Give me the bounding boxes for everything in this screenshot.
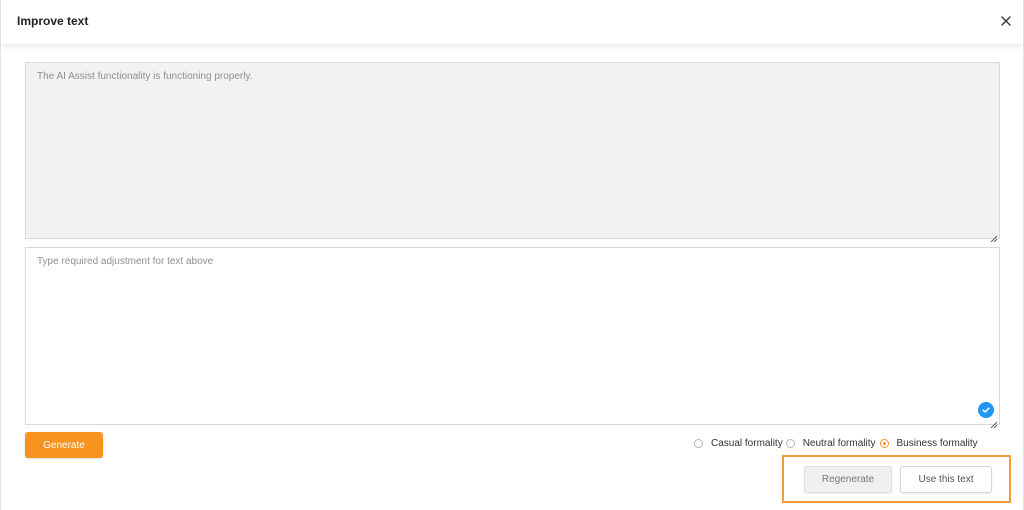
radio-button[interactable] [694, 438, 703, 448]
dialog-header: Improve text [1, 0, 1023, 44]
radio-label: Casual formality [711, 437, 783, 449]
radio-label: Neutral formality [802, 437, 876, 449]
resize-grip-icon[interactable] [990, 415, 998, 429]
radio-neutral-formality[interactable]: Neutral formality [785, 437, 880, 449]
generate-button[interactable]: Generate [25, 432, 103, 458]
dialog-title: Improve text [17, 14, 89, 28]
radio-business-formality[interactable]: Business formality [879, 437, 978, 449]
radio-button-selected[interactable] [879, 438, 889, 448]
close-icon[interactable] [997, 12, 1015, 30]
formality-radio-group: Casual formality Neutral formality Busin… [694, 435, 978, 451]
adjustment-box [25, 247, 1000, 429]
use-this-text-button[interactable]: Use this text [900, 466, 992, 493]
regenerate-button[interactable]: Regenerate [804, 466, 892, 493]
improve-text-dialog: Improve text The AI Assist functionality… [0, 0, 1024, 510]
resize-grip-icon[interactable] [990, 229, 998, 243]
original-text-area: The AI Assist functionality is functioni… [25, 62, 1000, 243]
radio-button[interactable] [785, 438, 795, 448]
adjustment-input[interactable] [26, 248, 999, 424]
original-text: The AI Assist functionality is functioni… [37, 71, 253, 82]
radio-casual-formality[interactable]: Casual formality [694, 438, 786, 449]
radio-label: Business formality [896, 437, 978, 449]
